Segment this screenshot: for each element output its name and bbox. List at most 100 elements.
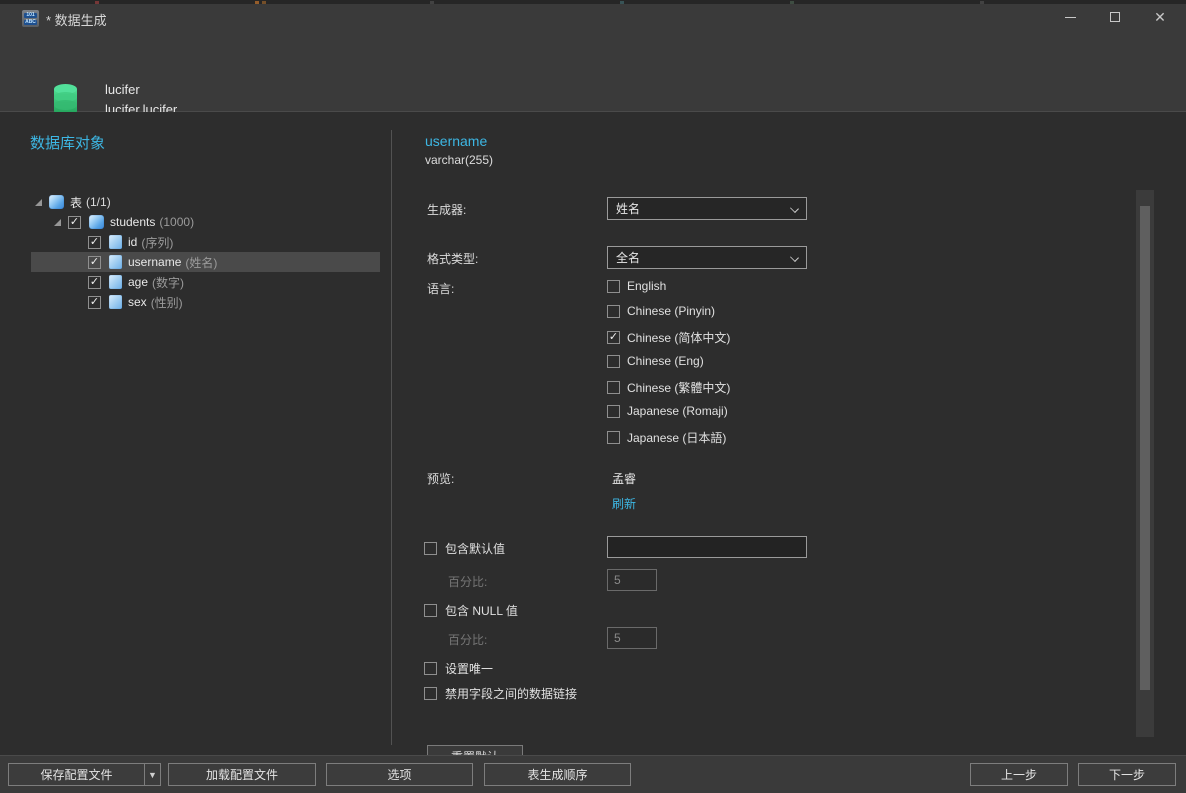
data-generation-app-icon: 101 ABC [22,10,39,27]
previous-step-button[interactable]: 上一步 [970,763,1068,786]
tree-row-sex[interactable]: sex (性别) [31,292,380,312]
include-null-label: 包含 NULL 值 [445,604,518,618]
tree-row-tables[interactable]: 表 (1/1) [31,192,380,212]
chinese-pinyin-checkbox[interactable] [607,304,620,318]
tree-row-id[interactable]: id (序列) [31,232,380,252]
include-default-option[interactable]: 包含默认值 [424,540,505,557]
save-profile-button[interactable]: 保存配置文件 [8,763,145,786]
preview-label: 预览: [427,472,455,486]
include-null-option[interactable]: 包含 NULL 值 [424,602,518,619]
tree-label: username [128,255,182,269]
tree-label: sex [128,295,147,309]
generator-label: 生成器: [427,203,467,217]
tree-label: 表 [70,195,83,210]
language-option-label: Chinese (繁體中文) [627,381,731,395]
language-option-english[interactable]: English [607,279,666,293]
selected-field-type: varchar(255) [425,153,494,167]
tree-suffix: (数字) [152,275,185,290]
japanese-romaji-checkbox[interactable] [607,404,620,418]
minimize-button[interactable] [1053,4,1087,30]
disable-data-link-checkbox[interactable] [424,687,437,700]
tree-suffix: (姓名) [185,255,218,270]
japanese-checkbox[interactable] [607,431,620,444]
include-null-checkbox[interactable] [424,604,437,617]
chinese-eng-checkbox[interactable] [607,354,620,368]
chinese-simplified-checkbox[interactable] [607,331,620,344]
default-percent-input[interactable]: 5 [607,569,657,591]
format-type-label: 格式类型: [427,252,479,266]
tree-suffix: (1000) [159,215,195,229]
language-option-label: Chinese (Eng) [627,354,704,368]
tree-label: age [128,275,149,289]
generator-select[interactable]: 姓名 [607,197,807,220]
language-option-label: Chinese (简体中文) [627,331,731,345]
field-icon [109,295,122,309]
expand-arrow-icon[interactable] [54,218,61,226]
tree-row-age[interactable]: age (数字) [31,272,380,292]
set-unique-option[interactable]: 设置唯一 [424,660,493,677]
username-checkbox[interactable] [88,255,101,269]
connection-header: lucifer lucifer.lucifer [0,30,1186,117]
id-checkbox[interactable] [88,235,101,249]
default-percent-value: 5 [614,573,621,587]
panel-divider [391,130,392,745]
disable-data-link-label: 禁用字段之间的数据链接 [445,687,578,701]
field-icon [109,235,122,249]
default-value-input[interactable] [607,536,807,558]
set-unique-label: 设置唯一 [445,662,494,676]
tree-suffix: (序列) [141,235,174,250]
chinese-traditional-checkbox[interactable] [607,381,620,394]
right-panel-scrollbar[interactable] [1136,190,1154,737]
age-checkbox[interactable] [88,275,101,289]
null-percent-input[interactable]: 5 [607,627,657,649]
scrollbar-thumb[interactable] [1140,206,1150,690]
language-option-label: Japanese (Romaji) [627,404,728,418]
data-generation-dialog: 101 ABC * 数据生成 ✕ lucifer lucifer.lucifer… [0,0,1186,793]
include-default-checkbox[interactable] [424,542,437,555]
language-option-chinese-traditional[interactable]: Chinese (繁體中文) [607,379,730,396]
disable-data-link-option[interactable]: 禁用字段之间的数据链接 [424,685,577,702]
load-profile-button[interactable]: 加载配置文件 [168,763,316,786]
null-percent-label: 百分比: [448,633,488,647]
tree-row-username[interactable]: username (姓名) [31,252,380,272]
language-option-label: English [627,279,667,293]
window-title: * 数据生成 [46,13,107,28]
main-area: 数据库对象 表 (1/1) students (1000) id (序列) [0,112,1186,770]
table-group-icon [49,195,64,209]
format-type-value: 全名 [616,251,641,265]
table-icon [89,215,104,229]
chevron-down-icon [790,204,799,213]
tree-label: students [110,215,156,229]
left-panel-title: 数据库对象 [30,135,106,152]
bottom-toolbar: 保存配置文件 ▼ 加载配置文件 选项 表生成顺序 上一步 下一步 [0,755,1186,793]
language-option-japanese[interactable]: Japanese (日本語) [607,429,726,446]
language-option-chinese-simplified[interactable]: Chinese (简体中文) [607,329,730,346]
maximize-icon [1110,12,1120,22]
language-option-chinese-pinyin[interactable]: Chinese (Pinyin) [607,304,715,318]
language-option-chinese-eng[interactable]: Chinese (Eng) [607,354,704,368]
table-generation-order-button[interactable]: 表生成顺序 [484,763,631,786]
english-checkbox[interactable] [607,279,620,293]
tree-row-students[interactable]: students (1000) [31,212,380,232]
format-type-select[interactable]: 全名 [607,246,807,269]
refresh-link[interactable]: 刷新 [612,495,636,512]
field-icon [109,275,122,289]
minimize-icon [1064,16,1076,18]
maximize-button[interactable] [1098,4,1132,30]
database-objects-tree: 表 (1/1) students (1000) id (序列) username [31,192,380,312]
set-unique-checkbox[interactable] [424,662,437,675]
close-button[interactable]: ✕ [1143,4,1177,30]
language-option-japanese-romaji[interactable]: Japanese (Romaji) [607,404,728,418]
sex-checkbox[interactable] [88,295,101,309]
students-checkbox[interactable] [68,215,81,229]
next-step-button[interactable]: 下一步 [1078,763,1176,786]
connection-name: lucifer [105,82,140,97]
language-option-label: Chinese (Pinyin) [627,304,716,318]
field-icon [109,255,122,269]
save-profile-dropdown-arrow[interactable]: ▼ [144,763,161,786]
expand-arrow-icon[interactable] [35,198,42,206]
titlebar: 101 ABC * 数据生成 ✕ [0,4,1186,30]
null-percent-value: 5 [614,631,621,645]
selected-field-name: username [425,133,488,149]
options-button[interactable]: 选项 [326,763,473,786]
